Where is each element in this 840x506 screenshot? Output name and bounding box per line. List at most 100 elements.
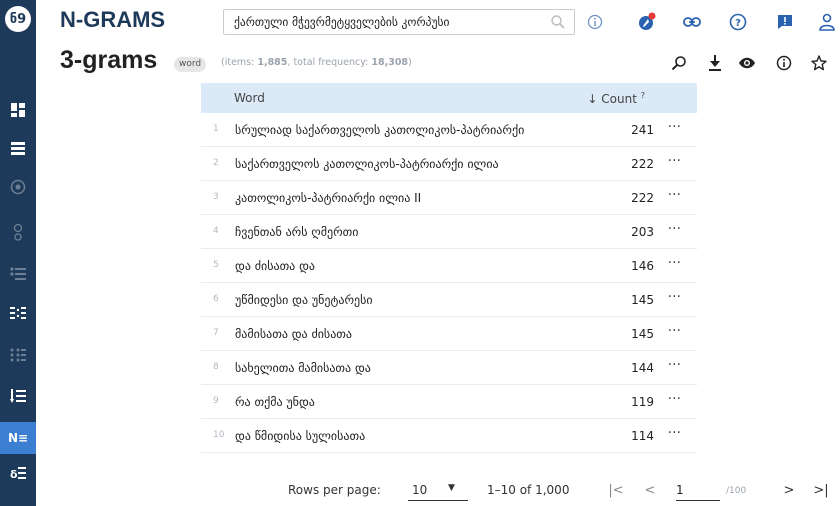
dashboard-icon[interactable] xyxy=(0,95,36,125)
last-page-icon[interactable]: >| xyxy=(812,481,830,499)
eye-icon[interactable] xyxy=(736,53,758,73)
ngram-word[interactable]: რა თქმა უნდა xyxy=(235,395,315,409)
more-options-icon[interactable]: ··· xyxy=(668,323,681,339)
table-row[interactable]: 10 და წმიდისა სულისათა 114 ··· xyxy=(201,419,697,453)
table-row[interactable]: 6 უწმიდესი და უნეტარესი 145 ··· xyxy=(201,283,697,317)
select-underline xyxy=(408,500,468,501)
nodes-icon[interactable] xyxy=(0,217,36,247)
search-input[interactable]: ქართული მჭევრმეტყველების კორპუსი xyxy=(223,9,575,35)
more-options-icon[interactable]: ··· xyxy=(668,255,681,271)
more-options-icon[interactable]: ··· xyxy=(668,153,681,169)
type-badge: word xyxy=(174,57,207,72)
circle-dot-icon[interactable] xyxy=(0,172,36,202)
ngram-count: 144 xyxy=(631,361,654,375)
ngram-count: 203 xyxy=(631,225,654,239)
ngram-count: 146 xyxy=(631,259,654,273)
stats-summary: (items: 1,885, total frequency: 18,308) xyxy=(221,57,412,68)
more-options-icon[interactable]: ··· xyxy=(668,221,681,237)
page-title: 3-grams xyxy=(60,46,158,74)
sort-list-icon[interactable] xyxy=(0,381,36,411)
svg-text:δ: δ xyxy=(10,468,18,480)
ngram-word[interactable]: მამისათა და ძისათა xyxy=(235,327,352,341)
ngram-word[interactable]: და ძისათა და xyxy=(235,259,315,273)
list-icon[interactable] xyxy=(0,133,36,163)
svg-text:?: ? xyxy=(735,18,741,29)
table-row[interactable]: 5 და ძისათა და 146 ··· xyxy=(201,249,697,283)
columns-icon[interactable] xyxy=(0,298,36,328)
info-icon[interactable] xyxy=(584,11,606,33)
table-header: Word ↓ Count ? xyxy=(201,83,697,113)
total-pages: /100 xyxy=(726,486,747,496)
ngrams-nav-item[interactable]: N≡ xyxy=(0,422,36,454)
ngram-count: 114 xyxy=(631,429,654,443)
table-row[interactable]: 2 საქართველოს კათოლიკოს-პატრიარქი ილია 222… xyxy=(201,147,697,181)
page-range: 1–10 of 1,000 xyxy=(487,483,570,497)
first-page-icon[interactable]: |< xyxy=(607,481,625,499)
row-number: 1 xyxy=(213,124,219,134)
column-header-count[interactable]: ↓ Count ? xyxy=(587,91,645,106)
count-help-icon[interactable]: ? xyxy=(641,91,645,100)
app-logo[interactable]: ნ9 xyxy=(5,6,31,32)
items-count: 1,885 xyxy=(257,57,288,68)
link-icon[interactable] xyxy=(681,11,703,33)
ngram-word[interactable]: ჩვენთან არს ღმერთი xyxy=(235,225,358,239)
ngram-count: 145 xyxy=(631,327,654,341)
table-body: 1 სრულიად საქართველოს კათოლიკოს-პატრიარქი… xyxy=(201,113,697,453)
zoom-search-icon[interactable] xyxy=(668,53,690,73)
ngram-word[interactable]: სახელითა მამისათა და xyxy=(235,361,371,375)
search-value: ქართული მჭევრმეტყველების კორპუსი xyxy=(234,15,450,29)
more-options-icon[interactable]: ··· xyxy=(668,357,681,373)
ngram-count: 241 xyxy=(631,123,654,137)
user-icon[interactable] xyxy=(816,11,838,33)
ngram-word[interactable]: სრულიად საქართველოს კათოლიკოს-პატრიარქი xyxy=(235,123,524,137)
row-number: 4 xyxy=(213,226,219,236)
more-options-icon[interactable]: ··· xyxy=(668,187,681,203)
prev-page-icon[interactable]: < xyxy=(641,481,659,499)
sidebar: ნ9 N≡ δ xyxy=(0,0,36,506)
more-options-icon[interactable]: ··· xyxy=(668,289,681,305)
row-number: 8 xyxy=(213,362,219,372)
ngram-count: 145 xyxy=(631,293,654,307)
row-number: 2 xyxy=(213,158,219,168)
chevron-down-icon[interactable]: ▼ xyxy=(448,483,455,493)
bullet-list-icon[interactable] xyxy=(0,259,36,289)
details-info-icon[interactable] xyxy=(773,53,795,73)
table-row[interactable]: 1 სრულიად საქართველოს კათოლიკოს-პატრიარქი… xyxy=(201,113,697,147)
column-header-word[interactable]: Word xyxy=(234,91,265,105)
help-icon[interactable]: ? xyxy=(727,11,749,33)
more-options-icon[interactable]: ··· xyxy=(668,391,681,407)
search-icon[interactable] xyxy=(550,14,566,34)
ngram-count: 222 xyxy=(631,191,654,205)
table-row[interactable]: 9 რა თქმა უნდა 119 ··· xyxy=(201,385,697,419)
ngram-word[interactable]: და წმიდისა სულისათა xyxy=(235,429,365,443)
download-icon[interactable] xyxy=(704,53,726,73)
row-number: 7 xyxy=(213,328,219,338)
total-frequency: 18,308 xyxy=(371,57,409,68)
row-number: 3 xyxy=(213,192,219,202)
row-number: 10 xyxy=(213,430,225,440)
table-row[interactable]: 8 სახელითა მამისათა და 144 ··· xyxy=(201,351,697,385)
app-title: N-GRAMS xyxy=(60,7,166,32)
rows-per-page-select[interactable]: 10 xyxy=(412,483,427,497)
ngram-count: 222 xyxy=(631,157,654,171)
row-number: 9 xyxy=(213,396,219,406)
row-number: 6 xyxy=(213,294,219,304)
more-options-icon[interactable]: ··· xyxy=(668,119,681,135)
page-number-input[interactable]: 1 xyxy=(676,483,716,497)
star-icon[interactable] xyxy=(808,53,830,73)
grid-dots-icon[interactable] xyxy=(0,340,36,370)
ngram-word[interactable]: კათოლიკოს-პატრიარქი ილია II xyxy=(235,191,421,205)
page-input-underline xyxy=(676,500,720,501)
pagination: Rows per page: 10 ▼ 1–10 of 1,000 |< < 1… xyxy=(0,480,840,502)
ngrams-icon: N≡ xyxy=(7,431,29,445)
table-row[interactable]: 4 ჩვენთან არს ღმერთი 203 ··· xyxy=(201,215,697,249)
ngram-word[interactable]: საქართველოს კათოლიკოს-პატრიარქი ილია xyxy=(235,157,499,171)
next-page-icon[interactable]: > xyxy=(780,481,798,499)
notification-icon[interactable] xyxy=(636,11,658,33)
ngram-word[interactable]: უწმიდესი და უნეტარესი xyxy=(235,293,373,307)
more-options-icon[interactable]: ··· xyxy=(668,425,681,441)
table-row[interactable]: 3 კათოლიკოს-პატრიარქი ილია II 222 ··· xyxy=(201,181,697,215)
feedback-icon[interactable] xyxy=(774,11,796,33)
table-row[interactable]: 7 მამისათა და ძისათა 145 ··· xyxy=(201,317,697,351)
ngram-count: 119 xyxy=(631,395,654,409)
